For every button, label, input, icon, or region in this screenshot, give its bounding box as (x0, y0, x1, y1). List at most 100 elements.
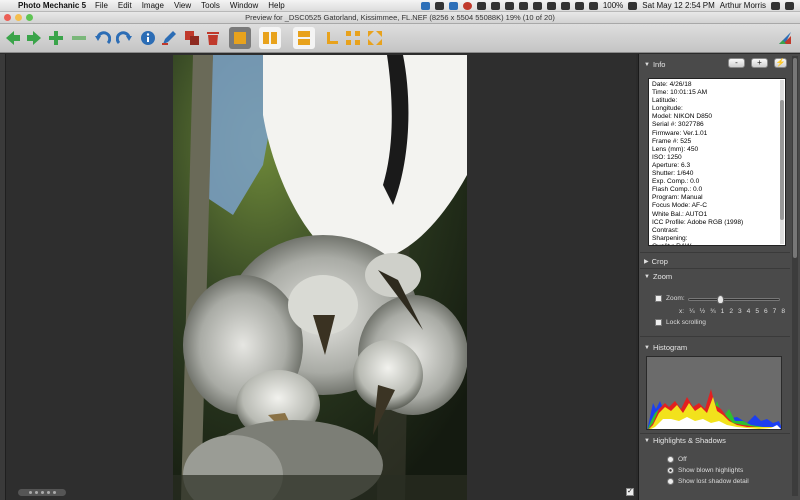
radio-show-lost-shadow-detail-button[interactable] (667, 478, 674, 485)
bluetooth-icon[interactable] (560, 1, 570, 10)
zoom-tick-label[interactable]: ½ (700, 308, 706, 315)
info-line: Latitude: (652, 97, 678, 105)
filmstrip-handle[interactable] (18, 489, 66, 496)
divider (640, 268, 790, 269)
radio-show-blown-highlights-label: Show blown highlights (678, 467, 744, 474)
info-line: Longitude: (652, 105, 683, 113)
wifi-icon[interactable] (574, 1, 584, 10)
shield-icon[interactable] (518, 1, 528, 10)
clock-icon[interactable] (546, 1, 556, 10)
zoom-tick-label[interactable]: 8 (781, 308, 785, 315)
single-view-button[interactable] (229, 27, 251, 49)
zoom-ticks-prefix: x: (679, 308, 685, 315)
zoom-tick-label[interactable]: 1 (721, 308, 725, 315)
notification-center-icon[interactable] (785, 1, 794, 10)
zoom-tick-label[interactable]: 7 (773, 308, 777, 315)
battery-percent[interactable]: 100% (603, 1, 623, 10)
zoom-tick-label[interactable]: 4 (747, 308, 751, 315)
info-line: Flash Comp.: 0.0 (652, 186, 703, 194)
creative-cloud-icon[interactable] (462, 1, 472, 10)
m-icon[interactable] (490, 1, 500, 10)
menubar-clock[interactable]: Sat May 12 2:54 PM (642, 1, 714, 10)
user-name[interactable]: Arthur Morris (720, 1, 766, 10)
info-action-button[interactable]: ⚡ (774, 58, 787, 68)
next-image-button[interactable] (25, 29, 43, 47)
info-line: Sharpening: (652, 234, 688, 242)
radio-show-lost-shadow-detail[interactable]: Show lost shadow detail (667, 478, 749, 485)
lock-scrolling-checkbox[interactable] (655, 319, 662, 326)
edit-caption-button[interactable] (160, 29, 178, 47)
zoom-slider-knob[interactable] (717, 295, 725, 304)
evernote-icon[interactable] (434, 1, 444, 10)
highlights-shadows-header[interactable]: ▼ Highlights & Shadows (644, 436, 726, 445)
add-button[interactable] (47, 29, 65, 47)
dropbox-icon[interactable] (448, 1, 458, 10)
zoom-header[interactable]: ▼ Zoom (644, 272, 672, 281)
zoom-checkbox[interactable] (655, 295, 662, 302)
zoom-slider[interactable] (688, 295, 780, 304)
crop-button[interactable] (323, 29, 341, 47)
info-collapse-button[interactable]: - (728, 58, 745, 68)
divider (640, 252, 790, 253)
minus-icon (72, 36, 86, 40)
preview-checkbox[interactable]: ✓ (626, 488, 634, 496)
zoom-tick-label[interactable]: 2 (729, 308, 733, 315)
delete-button[interactable] (204, 29, 222, 47)
battery-icon[interactable] (628, 1, 638, 10)
histogram-header[interactable]: ▼ Histogram (644, 343, 687, 352)
single-view-icon (234, 32, 246, 44)
drive-icon[interactable] (476, 1, 486, 10)
radio-show-blown-highlights[interactable]: Show blown highlights (667, 467, 743, 474)
undo-icon (95, 31, 111, 45)
cloud-icon[interactable] (504, 1, 514, 10)
undo-button[interactable] (94, 29, 112, 47)
remove-button[interactable] (70, 29, 88, 47)
menu-help[interactable]: Help (268, 1, 284, 10)
info-line: Aperture: 6.3 (652, 161, 691, 169)
histogram-graph (646, 356, 782, 430)
info-line: Exp. Comp.: 0.0 (652, 178, 700, 186)
radio-off-button[interactable] (667, 456, 674, 463)
app-menu[interactable]: Photo Mechanic 5 (18, 1, 86, 10)
disclosure-closed-icon: ▶ (644, 259, 649, 265)
panel-scrollbar-thumb[interactable] (793, 58, 797, 258)
radio-show-lost-shadow-detail-label: Show lost shadow detail (678, 478, 749, 485)
panel-scrollbar[interactable] (792, 56, 798, 496)
info-line: Lens (mm): 450 (652, 145, 699, 153)
spotlight-icon[interactable] (771, 1, 780, 10)
volume-icon[interactable] (588, 1, 598, 10)
menu-image[interactable]: Image (142, 1, 164, 10)
copy-button[interactable] (183, 29, 201, 47)
ingest-app-button[interactable] (776, 29, 794, 47)
info-scrollbar[interactable] (780, 80, 784, 244)
radio-off[interactable]: Off (667, 456, 687, 463)
radio-off-label: Off (678, 456, 687, 463)
info-text-box[interactable]: Date: 4/26/18 Time: 10:01:15 AM Latitude: L… (648, 78, 786, 246)
previous-image-button[interactable] (4, 29, 22, 47)
zoom-tick-label[interactable]: ¼ (689, 308, 695, 315)
menu-view[interactable]: View (174, 1, 191, 10)
c-icon[interactable] (532, 1, 542, 10)
info-expand-button[interactable]: + (751, 58, 768, 68)
crop-header[interactable]: ▶ Crop (644, 257, 668, 266)
copy-icon (185, 31, 199, 45)
zoom-tick-label[interactable]: 3 (738, 308, 742, 315)
zoom-tick-label[interactable]: ¾ (710, 308, 716, 315)
radio-show-blown-highlights-button[interactable] (667, 467, 674, 474)
shrink-button[interactable] (344, 29, 362, 47)
split-vertical-button[interactable] (259, 27, 281, 49)
zoom-tick-label[interactable]: 5 (755, 308, 759, 315)
info-button[interactable] (139, 29, 157, 47)
redo-button[interactable] (115, 29, 133, 47)
info-header[interactable]: ▼ Info (644, 60, 665, 69)
expand-button[interactable] (366, 29, 384, 47)
preview-photo[interactable] (173, 55, 467, 500)
skype-icon[interactable] (420, 1, 430, 10)
menu-edit[interactable]: Edit (118, 1, 132, 10)
menu-tools[interactable]: Tools (201, 1, 220, 10)
split-horizontal-button[interactable] (293, 27, 315, 49)
menu-window[interactable]: Window (230, 1, 258, 10)
disclosure-open-icon: ▼ (644, 344, 650, 351)
menu-file[interactable]: File (95, 1, 108, 10)
zoom-tick-label[interactable]: 6 (764, 308, 768, 315)
